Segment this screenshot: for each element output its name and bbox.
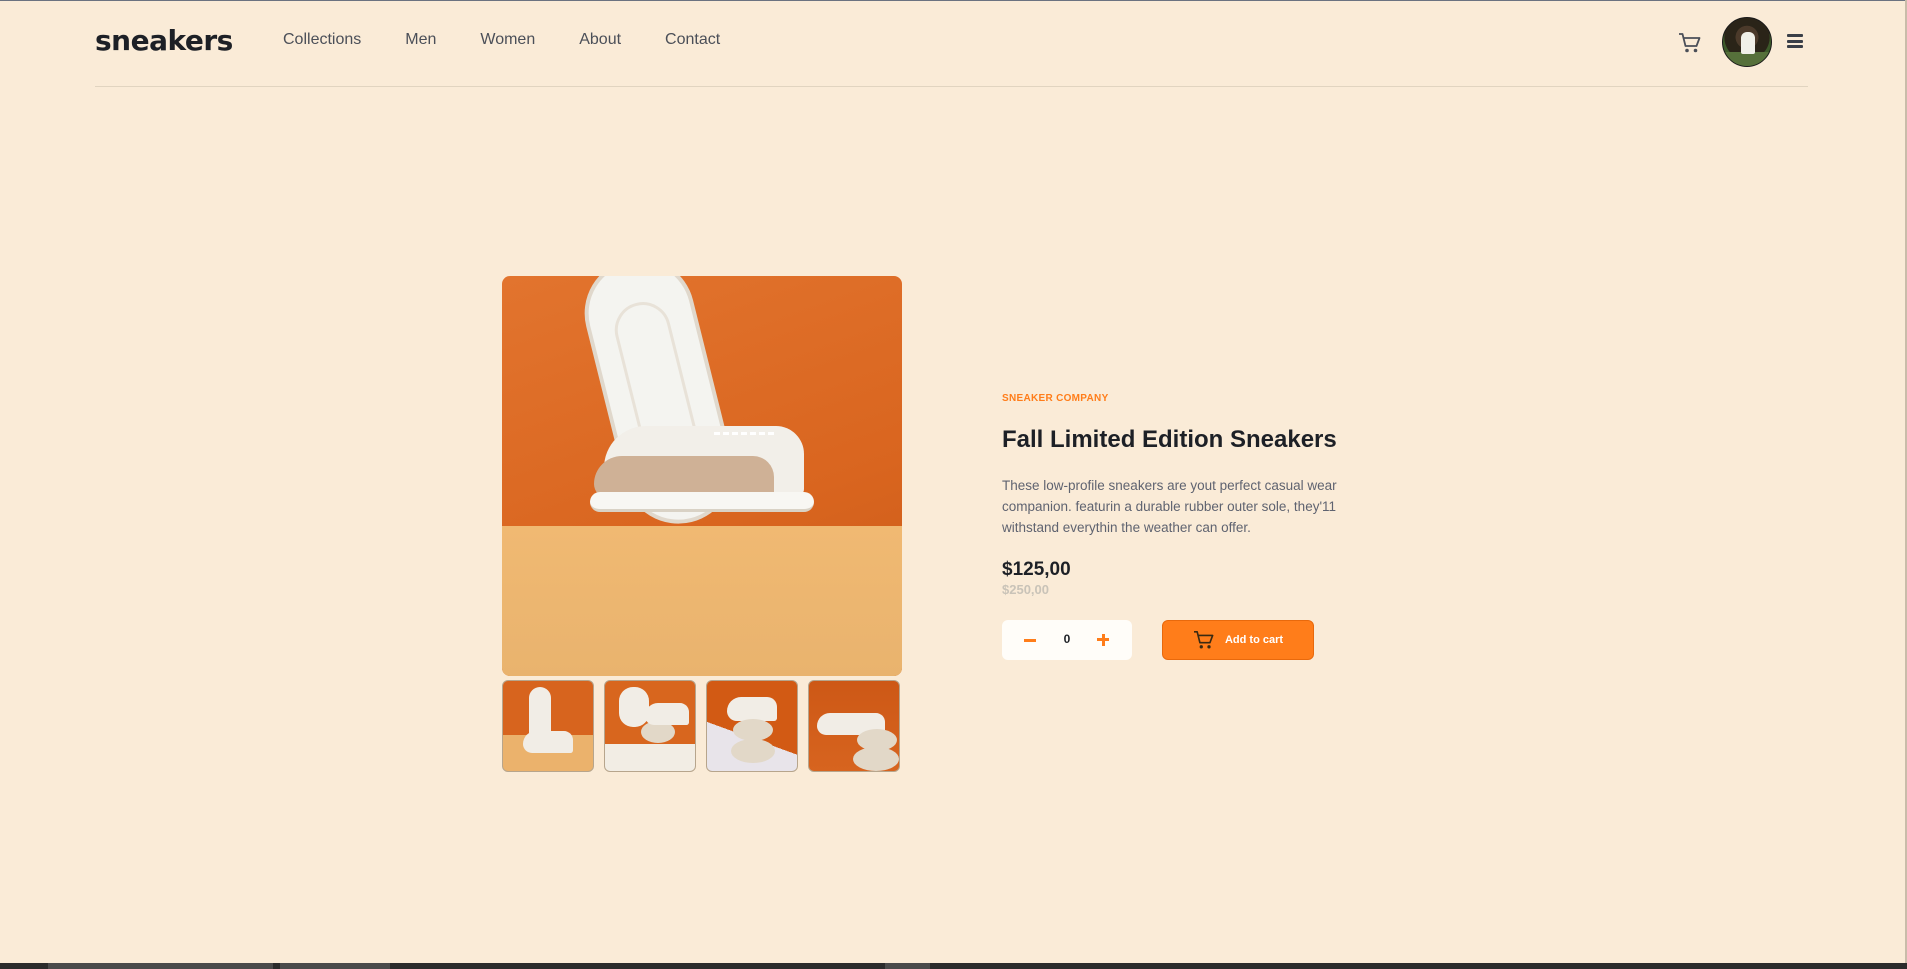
taskbar (0, 963, 1907, 969)
site-header: sneakers Collections Men Women About Con… (95, 0, 1808, 87)
nav-link-women[interactable]: Women (480, 31, 535, 49)
quantity-stepper: 0 (1002, 620, 1132, 660)
taskbar-item[interactable] (48, 963, 273, 969)
current-price: $125,00 (1002, 559, 1071, 580)
cart-icon (1193, 631, 1214, 649)
hamburger-menu-icon[interactable] (1787, 34, 1803, 48)
nav-link-contact[interactable]: Contact (665, 31, 720, 49)
product-main-image[interactable] (502, 276, 902, 676)
taskbar-item[interactable] (885, 963, 930, 969)
minus-icon[interactable] (1019, 628, 1043, 652)
brand-logo[interactable]: sneakers (95, 24, 233, 57)
product-thumbnail-3[interactable] (706, 680, 798, 772)
taskbar-item[interactable] (280, 963, 390, 969)
product-thumbnail-4[interactable] (808, 680, 900, 772)
add-to-cart-button[interactable]: Add to cart (1162, 620, 1314, 660)
product-description: These low-profile sneakers are yout perf… (1002, 478, 1337, 535)
thumbnail-strip (502, 680, 900, 772)
product-title: Fall Limited Edition Sneakers (1002, 426, 1337, 453)
nav-link-men[interactable]: Men (405, 31, 436, 49)
avatar[interactable] (1722, 17, 1772, 67)
product-thumbnail-2[interactable] (604, 680, 696, 772)
add-to-cart-label: Add to cart (1224, 634, 1284, 646)
plus-icon[interactable] (1091, 628, 1115, 652)
nav-link-collections[interactable]: Collections (283, 31, 361, 49)
main-nav: Collections Men Women About Contact (283, 31, 764, 49)
nav-link-about[interactable]: About (579, 31, 621, 49)
original-price: $250,00 (1002, 582, 1049, 597)
company-label: SNEAKER COMPANY (1002, 393, 1109, 404)
quantity-value: 0 (1063, 632, 1071, 646)
cart-icon[interactable] (1678, 32, 1702, 54)
product-thumbnail-1[interactable] (502, 680, 594, 772)
